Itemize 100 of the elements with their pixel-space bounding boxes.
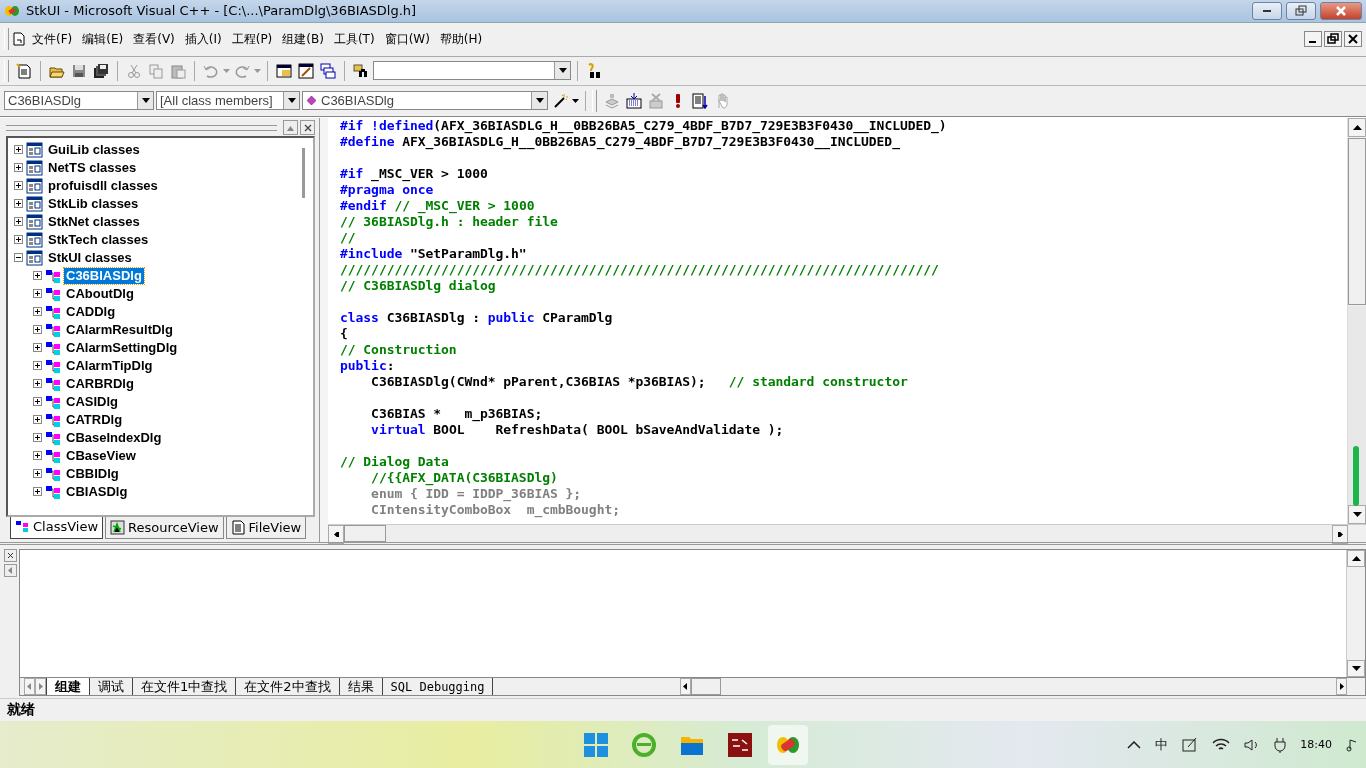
find-in-files-icon[interactable] xyxy=(353,62,369,79)
expand-icon[interactable] xyxy=(33,307,42,317)
save-all-icon[interactable] xyxy=(93,62,109,79)
dropdown-arrow-icon[interactable] xyxy=(535,98,544,104)
scroll-right-icon[interactable] xyxy=(1335,531,1345,537)
menu-item[interactable]: 帮助(H) xyxy=(436,28,486,50)
expand-icon[interactable] xyxy=(14,235,23,245)
scroll-up-button[interactable] xyxy=(1348,117,1366,137)
expand-icon[interactable] xyxy=(33,361,42,371)
tree-item[interactable]: CAboutDlg xyxy=(64,285,136,302)
workspace-tab[interactable]: ResourceView xyxy=(105,516,224,539)
menu-item[interactable]: 窗口(W) xyxy=(381,28,433,50)
menu-item[interactable]: 工具(T) xyxy=(330,28,378,50)
tree-item[interactable]: CAlarmResultDlg xyxy=(64,321,175,338)
expand-icon[interactable] xyxy=(33,271,42,281)
expand-icon[interactable] xyxy=(14,181,23,191)
filter-combo[interactable]: [All class members] xyxy=(156,91,300,111)
scroll-left-icon[interactable] xyxy=(681,682,690,692)
scroll-right-icon[interactable] xyxy=(1337,682,1346,692)
tree-item[interactable]: CASIDlg xyxy=(64,393,120,410)
scroll-left-button[interactable] xyxy=(680,678,691,696)
member-combo[interactable]: C36BIASDlg xyxy=(302,91,548,111)
tree-item[interactable]: StkUI classes xyxy=(46,249,134,266)
expand-icon[interactable] xyxy=(33,379,42,389)
expand-icon[interactable] xyxy=(33,325,42,335)
save-icon[interactable] xyxy=(71,62,87,79)
scroll-up-icon[interactable] xyxy=(1351,553,1361,563)
tree-item[interactable]: CBIASDlg xyxy=(64,483,130,500)
tree-item[interactable]: CBaseIndexDlg xyxy=(64,429,164,446)
workspace-window-icon[interactable] xyxy=(276,62,292,79)
expand-icon[interactable] xyxy=(33,343,42,353)
clock-time[interactable]: 18:40 xyxy=(1300,738,1332,752)
tree-item[interactable]: NetTS classes xyxy=(46,159,139,176)
menu-item[interactable]: 文件(F) xyxy=(29,28,76,50)
go-icon[interactable] xyxy=(692,92,708,109)
battery-plug-icon[interactable] xyxy=(1274,736,1287,753)
tree-item[interactable]: CATRDlg xyxy=(64,411,125,428)
tree-item[interactable]: profuisdll classes xyxy=(46,177,160,194)
tab-scroll-left-icon[interactable] xyxy=(25,682,34,692)
output-tab[interactable]: 结果 xyxy=(338,678,383,696)
tree-item[interactable]: CARBRDlg xyxy=(64,375,136,392)
scroll-up-button[interactable] xyxy=(1347,549,1365,567)
wifi-icon[interactable] xyxy=(1212,737,1231,752)
tab-scroll-right-icon[interactable] xyxy=(36,682,45,692)
expand-icon[interactable] xyxy=(33,433,42,443)
tree-item[interactable]: StkNet classes xyxy=(46,213,142,230)
expand-icon[interactable] xyxy=(33,487,42,497)
output-tab[interactable]: 组建 xyxy=(46,678,90,696)
menu-item[interactable]: 插入(I) xyxy=(181,28,225,50)
scrollbar-thumb[interactable] xyxy=(344,524,386,542)
scroll-down-button[interactable] xyxy=(1348,504,1366,524)
tree-item[interactable]: CAlarmTipDlg xyxy=(64,357,155,374)
output-window-icon[interactable] xyxy=(298,62,314,79)
tree-item[interactable]: GuiLib classes xyxy=(46,141,142,158)
tree-item[interactable]: StkTech classes xyxy=(46,231,151,248)
windows-list-icon[interactable] xyxy=(320,62,336,79)
expand-icon[interactable] xyxy=(14,199,23,209)
class-combo[interactable]: C36BIASDlg xyxy=(4,91,154,111)
menu-item[interactable]: 查看(V) xyxy=(130,28,178,50)
dropdown-arrow-icon[interactable] xyxy=(141,98,150,104)
expand-icon[interactable] xyxy=(33,397,42,407)
output-tab[interactable]: 在文件2中查找 xyxy=(235,678,340,696)
menu-item[interactable]: 组建(B) xyxy=(279,28,327,50)
dropdown-arrow-icon[interactable] xyxy=(558,68,567,74)
tab-scroll-left-button[interactable] xyxy=(24,678,35,696)
scrollbar-thumb[interactable] xyxy=(302,147,305,198)
expand-icon[interactable] xyxy=(33,451,42,461)
minimize-button[interactable] xyxy=(1252,1,1282,20)
notification-icon[interactable] xyxy=(1346,736,1358,753)
tab-scroll-right-button[interactable] xyxy=(35,678,46,696)
dropdown-arrow-icon[interactable] xyxy=(287,98,296,104)
expand-icon[interactable] xyxy=(14,217,23,227)
scroll-right-button[interactable] xyxy=(1336,678,1347,696)
menu-item[interactable]: 编辑(E) xyxy=(79,28,127,50)
input-method-indicator[interactable]: 中 xyxy=(1155,735,1169,754)
scrollbar-thumb[interactable] xyxy=(1348,137,1366,305)
collapse-icon[interactable] xyxy=(14,253,23,263)
build-icon[interactable] xyxy=(626,92,642,109)
output-tab[interactable]: SQL Debugging xyxy=(381,678,494,696)
expand-icon[interactable] xyxy=(33,289,42,299)
scrollbar-thumb[interactable] xyxy=(691,678,721,696)
scroll-down-icon[interactable] xyxy=(1351,664,1361,674)
magic-wand-icon[interactable] xyxy=(552,92,568,109)
tree-item[interactable]: CBBIDlg xyxy=(64,465,121,482)
calligraphy-app-icon[interactable] xyxy=(727,731,753,758)
dropdown-arrow-icon[interactable] xyxy=(572,98,579,103)
expand-icon[interactable] xyxy=(14,163,23,173)
tree-item[interactable]: CADDlg xyxy=(64,303,118,320)
scroll-up-icon[interactable] xyxy=(1352,124,1362,130)
pen-icon[interactable] xyxy=(1182,736,1199,753)
tree-item[interactable]: StkLib classes xyxy=(46,195,141,212)
tree-item[interactable]: CAlarmSettingDlg xyxy=(64,339,180,356)
scroll-down-icon[interactable] xyxy=(1352,511,1362,517)
menu-item[interactable]: 工程(P) xyxy=(228,28,276,50)
tree-item[interactable]: CBaseView xyxy=(64,447,138,464)
expand-icon[interactable] xyxy=(33,469,42,479)
workspace-tab[interactable]: FileView xyxy=(225,516,307,539)
output-tab[interactable]: 调试 xyxy=(89,678,133,696)
chevron-up-icon[interactable] xyxy=(1127,740,1142,749)
scroll-left-icon[interactable] xyxy=(331,531,341,537)
